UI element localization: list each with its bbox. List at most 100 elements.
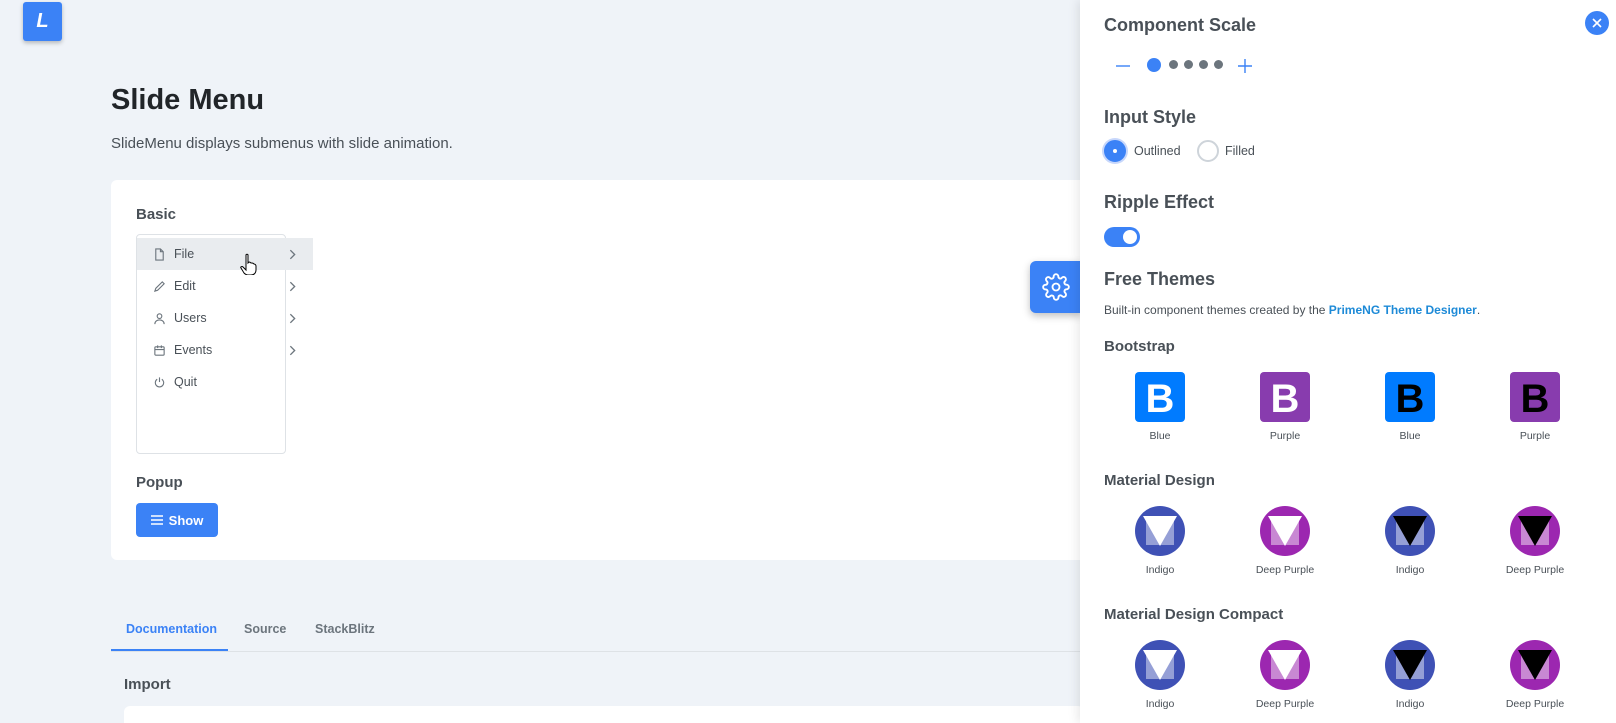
slide-menu: File Edit Users Events Quit	[136, 234, 313, 454]
slide-menu-item-label: Users	[174, 311, 207, 325]
slide-menu-item-file[interactable]: File	[137, 238, 313, 270]
doc-tabs: Documentation Source StackBlitz	[111, 612, 1111, 652]
slide-menu-item-label: Events	[174, 343, 213, 357]
user-icon	[154, 312, 165, 324]
bootstrap-logo-icon: B	[1385, 372, 1435, 422]
theme-option[interactable]: B Purple	[1250, 372, 1320, 442]
basic-section-title: Basic	[136, 206, 177, 223]
scale-dot[interactable]	[1199, 60, 1208, 69]
theme-option[interactable]: Deep Purple	[1500, 506, 1570, 576]
bars-icon	[150, 515, 163, 525]
gear-icon	[1042, 273, 1070, 301]
config-sidebar: Component Scale Input Style Outlined Fil…	[1080, 0, 1616, 723]
popup-section-title: Popup	[136, 474, 183, 491]
slide-menu-item-label: Edit	[174, 279, 196, 293]
free-themes-title: Free Themes	[1104, 269, 1216, 289]
theme-option[interactable]: Deep Purple	[1250, 640, 1320, 710]
power-icon	[154, 376, 165, 387]
material-logo-icon	[1385, 640, 1435, 690]
theme-label: Deep Purple	[1505, 698, 1565, 710]
theme-label: Indigo	[1395, 564, 1425, 576]
ripple-toggle[interactable]	[1104, 227, 1140, 247]
theme-group-title: Material Design	[1104, 472, 1215, 489]
calendar-icon	[154, 344, 165, 356]
filled-radio-label: Filled	[1225, 144, 1255, 158]
bootstrap-logo-icon: B	[1260, 372, 1310, 422]
slide-menu-item-label: File	[174, 247, 195, 261]
svg-text:B: B	[1271, 377, 1300, 421]
ripple-effect-title: Ripple Effect	[1104, 192, 1215, 212]
theme-option[interactable]: Indigo	[1125, 640, 1195, 710]
free-themes-description: Built-in component themes created by the…	[1104, 303, 1480, 317]
theme-label: Purple	[1269, 430, 1301, 442]
scale-dot[interactable]	[1169, 60, 1178, 69]
theme-label: Deep Purple	[1505, 564, 1565, 576]
theme-label: Deep Purple	[1255, 564, 1315, 576]
theme-option[interactable]: B Blue	[1125, 372, 1195, 442]
chevron-right-icon	[289, 281, 296, 292]
hand-cursor-icon	[240, 253, 257, 275]
logo-letter: L	[36, 10, 49, 32]
scale-dot[interactable]	[1147, 58, 1161, 72]
filled-radio[interactable]	[1197, 140, 1219, 162]
theme-option[interactable]: B Blue	[1375, 372, 1445, 442]
outlined-radio-label: Outlined	[1134, 144, 1181, 158]
close-sidebar-button[interactable]	[1585, 11, 1609, 35]
bootstrap-logo-icon: B	[1510, 372, 1560, 422]
tab-stackblitz[interactable]: StackBlitz	[315, 622, 375, 636]
theme-option[interactable]: Indigo	[1125, 506, 1195, 576]
theme-label: Indigo	[1145, 564, 1175, 576]
scale-dot[interactable]	[1184, 60, 1193, 69]
bootstrap-logo-icon: B	[1135, 372, 1185, 422]
material-logo-icon	[1260, 640, 1310, 690]
chevron-right-icon	[289, 249, 296, 260]
material-logo-icon	[1260, 506, 1310, 556]
svg-text:B: B	[1146, 377, 1175, 421]
theme-option[interactable]: Indigo	[1375, 506, 1445, 576]
theme-designer-link[interactable]: PrimeNG Theme Designer	[1329, 303, 1477, 317]
theme-label: Blue	[1399, 430, 1421, 442]
active-tab-indicator	[111, 649, 228, 651]
chevron-right-icon	[289, 313, 296, 324]
slide-menu-item-events[interactable]: Events	[137, 334, 296, 366]
material-logo-icon	[1510, 506, 1560, 556]
theme-label: Deep Purple	[1255, 698, 1315, 710]
minus-icon	[1116, 65, 1130, 67]
plus-icon	[1238, 59, 1252, 73]
material-logo-icon	[1510, 640, 1560, 690]
svg-text:B: B	[1521, 377, 1550, 421]
material-logo-icon	[1135, 506, 1185, 556]
component-scale-title: Component Scale	[1104, 15, 1257, 35]
scale-decrease-button[interactable]	[1114, 58, 1132, 74]
show-button-label: Show	[168, 512, 204, 528]
theme-option[interactable]: Deep Purple	[1250, 506, 1320, 576]
theme-label: Indigo	[1145, 698, 1175, 710]
input-style-title: Input Style	[1104, 107, 1197, 127]
theme-group-title: Bootstrap	[1104, 338, 1175, 355]
tab-documentation[interactable]: Documentation	[126, 622, 217, 636]
scale-dot[interactable]	[1214, 60, 1223, 69]
theme-option[interactable]: Indigo	[1375, 640, 1445, 710]
page-subtitle: SlideMenu displays submenus with slide a…	[111, 135, 453, 152]
themes-desc-suffix: .	[1476, 303, 1481, 317]
theme-label: Blue	[1149, 430, 1171, 442]
show-popup-button[interactable]: Show	[136, 503, 218, 537]
theme-option[interactable]: B Purple	[1500, 372, 1570, 442]
file-icon	[155, 247, 164, 261]
svg-text:B: B	[1396, 377, 1425, 421]
theme-group-title: Material Design Compact	[1104, 606, 1284, 623]
material-logo-icon	[1135, 640, 1185, 690]
outlined-radio[interactable]	[1104, 140, 1126, 162]
slide-menu-item-users[interactable]: Users	[137, 302, 296, 334]
scale-increase-button[interactable]	[1236, 58, 1254, 74]
slide-menu-item-edit[interactable]: Edit	[137, 270, 296, 302]
pencil-icon	[153, 280, 165, 292]
app-logo[interactable]: L	[23, 2, 62, 41]
config-button[interactable]	[1030, 261, 1082, 313]
tab-source[interactable]: Source	[244, 622, 286, 636]
material-logo-icon	[1385, 506, 1435, 556]
import-title: Import	[124, 676, 171, 693]
page-title: Slide Menu	[111, 84, 265, 116]
theme-option[interactable]: Deep Purple	[1500, 640, 1570, 710]
slide-menu-item-quit[interactable]: Quit	[137, 366, 287, 398]
